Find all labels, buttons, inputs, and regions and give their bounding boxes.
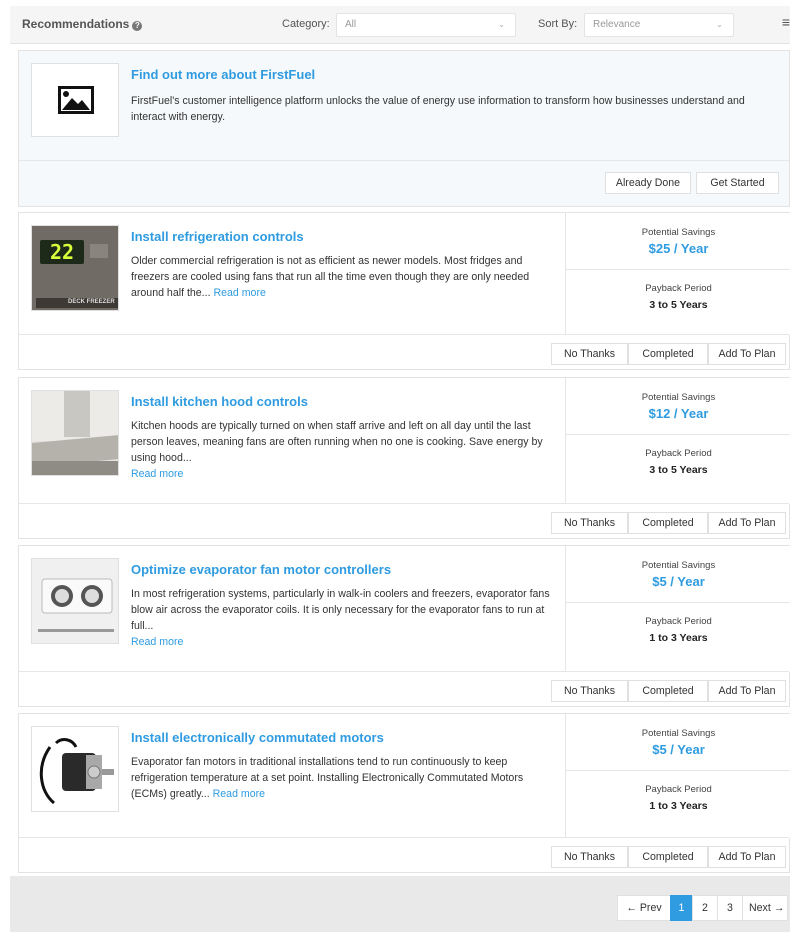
category-select-value: All bbox=[345, 19, 357, 30]
potential-savings-value: $12 / Year bbox=[648, 406, 709, 421]
recommendation-description: Kitchen hoods are typically turned on wh… bbox=[131, 418, 557, 482]
freezer-display-text: 22 bbox=[50, 240, 75, 264]
savings-panel: Potential Savings $5 / Year Payback Peri… bbox=[565, 714, 790, 838]
description-text: Evaporator fan motors in traditional ins… bbox=[131, 756, 524, 800]
page-3-button[interactable]: 3 bbox=[717, 895, 743, 921]
description-text: Kitchen hoods are typically turned on wh… bbox=[131, 420, 543, 464]
freezer-display-image: 22 DECK FREEZER bbox=[31, 225, 119, 311]
already-done-button[interactable]: Already Done bbox=[605, 172, 691, 194]
recommendation-title[interactable]: Optimize evaporator fan motor controller… bbox=[131, 562, 391, 577]
no-thanks-button[interactable]: No Thanks bbox=[551, 680, 628, 702]
recommendations-header: Recommendations? Category: All ⌄ Sort By… bbox=[10, 6, 790, 44]
category-select[interactable]: All ⌄ bbox=[336, 13, 516, 37]
next-page-button[interactable]: Next → bbox=[742, 895, 788, 921]
featured-title[interactable]: Find out more about FirstFuel bbox=[131, 67, 315, 82]
completed-button[interactable]: Completed bbox=[628, 512, 708, 534]
read-more-link[interactable]: Read more bbox=[213, 287, 265, 299]
payback-period-label: Payback Period bbox=[645, 616, 712, 627]
recommendation-footer: No Thanks Completed Add To Plan bbox=[19, 671, 789, 706]
page-1-button[interactable]: 1 bbox=[670, 895, 693, 921]
recommendation-description: Older commercial refrigeration is not as… bbox=[131, 253, 557, 301]
completed-button[interactable]: Completed bbox=[628, 680, 708, 702]
hamburger-menu-icon[interactable]: ≡ bbox=[782, 14, 790, 30]
evaporator-fan-image bbox=[31, 558, 119, 644]
recommendation-card: Install kitchen hood controls Kitchen ho… bbox=[18, 377, 790, 539]
completed-button[interactable]: Completed bbox=[628, 846, 708, 868]
potential-savings-label: Potential Savings bbox=[641, 560, 716, 571]
potential-savings-section: Potential Savings $5 / Year bbox=[566, 714, 790, 771]
featured-description: FirstFuel's customer intelligence platfo… bbox=[131, 95, 745, 123]
no-thanks-button[interactable]: No Thanks bbox=[551, 512, 628, 534]
potential-savings-label: Potential Savings bbox=[641, 728, 716, 739]
featured-card: Find out more about FirstFuel FirstFuel'… bbox=[18, 50, 790, 207]
read-more-link[interactable]: Read more bbox=[131, 468, 183, 480]
recommendation-card: 22 DECK FREEZER Install refrigeration co… bbox=[18, 212, 790, 370]
no-thanks-button[interactable]: No Thanks bbox=[551, 846, 628, 868]
page-2-button[interactable]: 2 bbox=[692, 895, 718, 921]
recommendation-title[interactable]: Install refrigeration controls bbox=[131, 229, 304, 244]
recommendation-title[interactable]: Install electronically commutated motors bbox=[131, 730, 384, 745]
image-placeholder-icon bbox=[31, 63, 119, 137]
sort-select[interactable]: Relevance ⌄ bbox=[584, 13, 734, 37]
chevron-down-icon: ⌄ bbox=[498, 20, 505, 29]
recommendation-card: Optimize evaporator fan motor controller… bbox=[18, 545, 790, 707]
payback-period-label: Payback Period bbox=[645, 448, 712, 459]
recommendation-card: Install electronically commutated motors… bbox=[18, 713, 790, 873]
page-title: Recommendations? bbox=[22, 17, 143, 31]
savings-panel: Potential Savings $25 / Year Payback Per… bbox=[565, 213, 790, 335]
potential-savings-section: Potential Savings $25 / Year bbox=[566, 213, 790, 270]
description-text: Older commercial refrigeration is not as… bbox=[131, 255, 530, 299]
chevron-down-icon: ⌄ bbox=[716, 20, 723, 29]
savings-panel: Potential Savings $5 / Year Payback Peri… bbox=[565, 546, 790, 672]
payback-period-label: Payback Period bbox=[645, 784, 712, 795]
freezer-caption: DECK FREEZER bbox=[68, 299, 115, 305]
potential-savings-label: Potential Savings bbox=[641, 392, 716, 403]
category-label: Category: bbox=[282, 18, 330, 30]
prev-page-button[interactable]: ← Prev bbox=[617, 895, 671, 921]
recommendation-description: In most refrigeration systems, particula… bbox=[131, 586, 557, 650]
potential-savings-section: Potential Savings $5 / Year bbox=[566, 546, 790, 603]
payback-period-label: Payback Period bbox=[645, 283, 712, 294]
potential-savings-value: $25 / Year bbox=[648, 241, 709, 256]
savings-panel: Potential Savings $12 / Year Payback Per… bbox=[565, 378, 790, 504]
recommendation-footer: No Thanks Completed Add To Plan bbox=[19, 837, 789, 872]
read-more-link[interactable]: Read more bbox=[213, 788, 265, 800]
featured-footer: Already Done Get Started bbox=[19, 160, 789, 206]
sort-label: Sort By: bbox=[538, 18, 578, 30]
potential-savings-value: $5 / Year bbox=[652, 742, 705, 757]
potential-savings-section: Potential Savings $12 / Year bbox=[566, 378, 790, 435]
payback-period-value: 3 to 5 Years bbox=[649, 299, 708, 311]
potential-savings-value: $5 / Year bbox=[652, 574, 705, 589]
add-to-plan-button[interactable]: Add To Plan bbox=[708, 680, 786, 702]
recommendation-title[interactable]: Install kitchen hood controls bbox=[131, 394, 308, 409]
recommendation-description: Evaporator fan motors in traditional ins… bbox=[131, 754, 557, 802]
page-title-text: Recommendations bbox=[22, 17, 130, 31]
payback-period-value: 1 to 3 Years bbox=[649, 632, 708, 644]
read-more-link[interactable]: Read more bbox=[131, 636, 183, 648]
description-text: In most refrigeration systems, particula… bbox=[131, 588, 550, 632]
no-thanks-button[interactable]: No Thanks bbox=[551, 343, 628, 365]
add-to-plan-button[interactable]: Add To Plan bbox=[708, 846, 786, 868]
pagination: ← Prev 1 2 3 Next → bbox=[617, 895, 788, 921]
payback-period-value: 3 to 5 Years bbox=[649, 464, 708, 476]
question-circle-icon[interactable]: ? bbox=[132, 21, 143, 31]
recommendation-footer: No Thanks Completed Add To Plan bbox=[19, 334, 789, 369]
potential-savings-label: Potential Savings bbox=[641, 227, 716, 238]
completed-button[interactable]: Completed bbox=[628, 343, 708, 365]
get-started-button[interactable]: Get Started bbox=[696, 172, 779, 194]
recommendation-footer: No Thanks Completed Add To Plan bbox=[19, 503, 789, 538]
add-to-plan-button[interactable]: Add To Plan bbox=[708, 343, 786, 365]
sort-select-value: Relevance bbox=[593, 19, 641, 30]
kitchen-hood-image bbox=[31, 390, 119, 476]
ec-motor-image bbox=[31, 726, 119, 812]
add-to-plan-button[interactable]: Add To Plan bbox=[708, 512, 786, 534]
payback-period-value: 1 to 3 Years bbox=[649, 800, 708, 812]
